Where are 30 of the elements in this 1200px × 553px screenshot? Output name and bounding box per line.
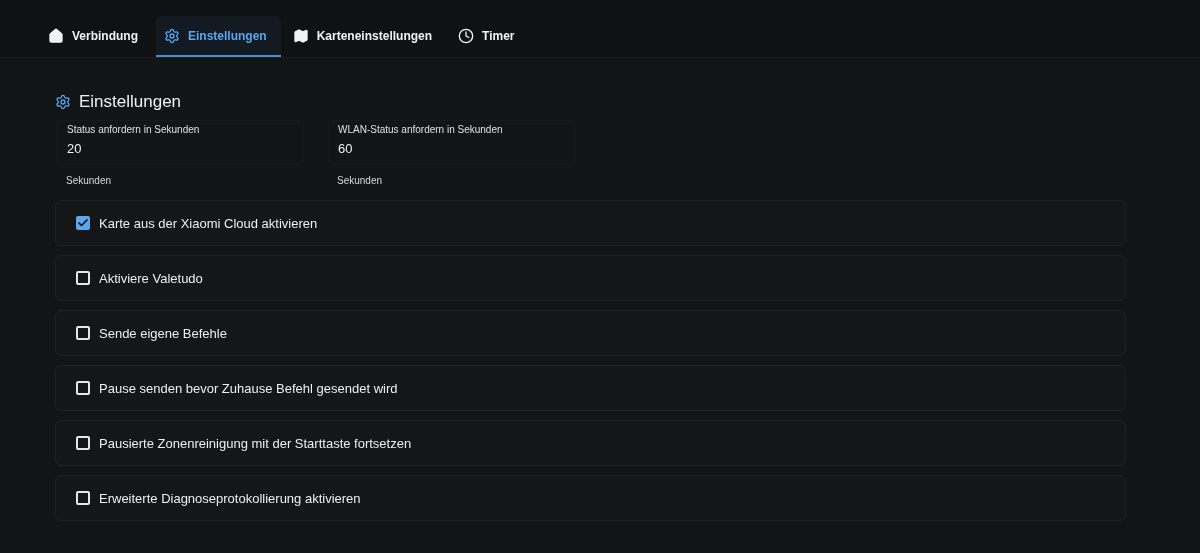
option-label: Sende eigene Befehle [99,325,227,341]
checkbox[interactable] [76,436,90,450]
field-label: WLAN-Status anfordern in Sekunden [338,124,504,135]
tab[interactable]: Verbindung [40,16,152,57]
field-label: Status anfordern in Sekunden [67,124,201,135]
checkbox[interactable] [76,491,90,505]
settings-icon [55,94,71,110]
settings-icon [164,27,180,44]
number-field[interactable]: WLAN-Status anfordern in Sekunden 60 [328,120,575,165]
helper-text: Sekunden [65,174,113,186]
option-label: Erweiterte Diagnoseprotokollierung aktivieren [99,490,361,506]
map-icon [292,27,309,44]
checkbox[interactable] [76,271,90,285]
number-field[interactable]: Status anfordern in Sekunden 20 [57,120,304,165]
checkbox[interactable] [76,326,90,340]
section-title: Einstellungen [79,92,182,112]
field-value: 60 [338,141,354,156]
clock-icon [458,27,475,44]
field-value: 20 [67,141,83,156]
home-icon [48,27,64,44]
option-label: Karte aus der Xiaomi Cloud aktivieren [99,215,318,231]
tab[interactable]: Einstellungen [156,16,281,57]
option-label: Pausierte Zonenreinigung mit der Starttaste fortsetzen [99,435,412,451]
option-label: Aktiviere Valetudo [99,270,203,286]
helper-text: Sekunden [336,174,384,186]
tab[interactable]: Karteneinstellungen [284,16,447,57]
tab[interactable]: Timer [450,16,529,57]
option-label: Pause senden bevor Zuhause Befehl gesendet wird [99,380,398,396]
checkbox[interactable] [76,381,90,395]
checkbox[interactable] [76,216,90,230]
